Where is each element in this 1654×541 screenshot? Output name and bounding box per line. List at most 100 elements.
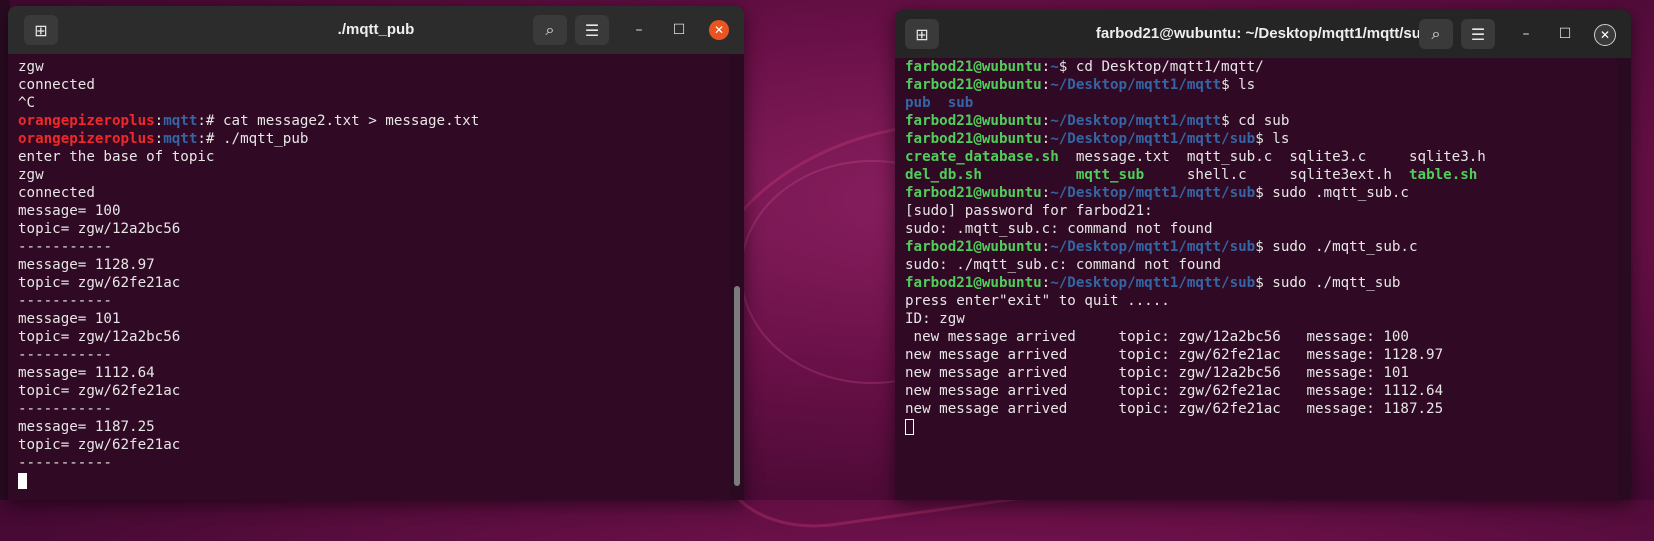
terminal-text-segment: new message arrived topic: zgw/62fe21ac … (905, 383, 1444, 399)
terminal-line: pub sub (905, 94, 1617, 112)
terminal-text-segment: topic= zgw/62fe21ac (18, 383, 181, 399)
terminal-text-segment: $ cd sub (1221, 113, 1290, 129)
terminal-text-segment: : (1041, 185, 1051, 201)
terminal-text-segment: create_database.sh (905, 149, 1059, 165)
terminal-text-segment: zgw (18, 167, 44, 183)
terminal-line: new message arrived topic: zgw/12a2bc56 … (905, 328, 1617, 346)
terminal-text-segment: ~ (1050, 59, 1059, 75)
terminal-cursor (18, 473, 27, 489)
terminal-line: new message arrived topic: zgw/62fe21ac … (905, 382, 1617, 400)
terminal-text-segment: sudo: ./mqtt_sub.c: command not found (905, 257, 1222, 273)
cursor-line (905, 418, 1617, 436)
terminal-line: ----------- (18, 346, 730, 364)
terminal-window-sub[interactable]: ⊞ farbod21@wubuntu: ~/Desktop/mqtt1/mqtt… (895, 10, 1631, 500)
terminal-output[interactable]: zgw connected ^C orangepizeroplus:mqtt:# ca… (8, 58, 730, 500)
terminal-text-segment: ~/Desktop/mqtt1/mqtt/sub (1050, 239, 1256, 255)
terminal-text-segment: ----------- (18, 401, 112, 417)
terminal-text-segment: press enter"exit" to quit ..... (905, 293, 1170, 309)
terminal-text-segment: del_db.sh (905, 167, 982, 183)
terminal-text-segment: mqtt (163, 131, 198, 147)
new-tab-icon[interactable]: ⊞ (905, 19, 939, 49)
terminal-text-segment: farbod21@wubuntu (905, 275, 1042, 291)
terminal-line: ID: zgw (905, 310, 1617, 328)
terminal-text-segment: sudo: .mqtt_sub.c: command not found (905, 221, 1213, 237)
terminal-line: farbod21@wubuntu:~/Desktop/mqtt1/mqtt/su… (905, 184, 1617, 202)
terminal-text-segment: new message arrived topic: zgw/62fe21ac … (905, 347, 1444, 363)
terminal-text-segment: ~/Desktop/mqtt1/mqtt/sub (1050, 275, 1256, 291)
terminal-line: orangepizeroplus:mqtt:# ./mqtt_pub (18, 130, 730, 148)
terminal-line: ^C (18, 94, 730, 112)
terminal-text-segment: shell.c sqlite3ext.h (1144, 167, 1409, 183)
terminal-line: ----------- (18, 400, 730, 418)
new-tab-icon[interactable]: ⊞ (24, 15, 58, 45)
terminal-text-segment: topic= zgw/62fe21ac (18, 275, 181, 291)
terminal-text-segment: mqtt_sub (1075, 167, 1145, 183)
terminal-line: zgw (18, 58, 730, 76)
terminal-text-segment: pub (905, 95, 931, 111)
search-icon[interactable]: ⌕ (1419, 19, 1453, 49)
terminal-text-segment: ID: zgw (905, 311, 965, 327)
terminal-text-segment: zgw (18, 59, 44, 75)
terminal-text-segment: message= 100 (18, 203, 121, 219)
terminal-text-segment: mqtt (163, 113, 198, 129)
terminal-text-segment: orangepizeroplus (18, 113, 155, 129)
terminal-text-segment: $ sudo ./mqtt_sub (1255, 275, 1401, 291)
terminal-text-segment: enter the base of topic (18, 149, 215, 165)
maximize-icon[interactable]: ☐ (669, 20, 689, 40)
terminal-line: new message arrived topic: zgw/62fe21ac … (905, 400, 1617, 418)
terminal-line: message= 101 (18, 310, 730, 328)
terminal-window-pub[interactable]: ⊞ ./mqtt_pub ⌕ ☰ – ☐ ✕ zgw connected ^C ora… (8, 6, 744, 500)
terminal-text-segment: $ cd Desktop/mqtt1/mqtt/ (1058, 59, 1264, 75)
terminal-text-segment: : (154, 131, 164, 147)
scrollbar-track[interactable] (730, 54, 744, 500)
minimize-icon[interactable]: – (1516, 24, 1536, 44)
scrollbar-track[interactable] (1617, 58, 1631, 500)
maximize-icon[interactable]: ☐ (1555, 24, 1575, 44)
terminal-line: ----------- (18, 292, 730, 310)
hamburger-menu-icon[interactable]: ☰ (575, 15, 609, 45)
terminal-line: ----------- (18, 454, 730, 472)
terminal-output[interactable]: farbod21@wubuntu: ~$ cd Desktop/mqtt1/mqt… (895, 58, 1617, 500)
terminal-text-segment: $ ls (1221, 77, 1256, 93)
terminal-text-segment: ----------- (18, 293, 112, 309)
close-icon[interactable]: ✕ (709, 20, 729, 40)
terminal-text-segment: ----------- (18, 239, 112, 255)
terminal-line: message= 100 (18, 202, 730, 220)
terminal-text-segment: farbod21@wubuntu (905, 77, 1042, 93)
terminal-line: message= 1187.25 (18, 418, 730, 436)
terminal-text-segment: farbod21@wubuntu (905, 59, 1042, 75)
terminal-line: message= 1112.64 (18, 364, 730, 382)
terminal-text-segment: : (1041, 239, 1051, 255)
terminal-text-segment: table.sh (1408, 167, 1478, 183)
terminal-text-segment: new message arrived topic: zgw/12a2bc56 … (905, 365, 1409, 381)
terminal-text-segment: : (154, 113, 164, 129)
terminal-text-segment: message= 1128.97 (18, 257, 155, 273)
terminal-text-segment: [sudo] password for farbod21: (905, 203, 1153, 219)
titlebar[interactable]: ⊞ farbod21@wubuntu: ~/Desktop/mqtt1/mqtt… (895, 10, 1631, 58)
terminal-text-segment: topic= zgw/62fe21ac (18, 437, 181, 453)
terminal-text-segment: farbod21@wubuntu (905, 113, 1042, 129)
terminal-line: enter the base of topic (18, 148, 730, 166)
search-icon[interactable]: ⌕ (533, 15, 567, 45)
terminal-text-segment: farbod21@wubuntu (905, 239, 1042, 255)
terminal-line: ----------- (18, 238, 730, 256)
terminal-line: farbod21@wubuntu:~/Desktop/mqtt1/mqtt/su… (905, 274, 1617, 292)
close-icon[interactable]: ✕ (1594, 24, 1616, 46)
scrollbar-thumb[interactable] (734, 286, 740, 486)
terminal-line: farbod21@wubuntu:~/Desktop/mqtt1/mqtt/su… (905, 130, 1617, 148)
cursor-line (18, 472, 730, 490)
terminal-text-segment: connected (18, 77, 95, 93)
terminal-line: connected (18, 184, 730, 202)
terminal-line: farbod21@wubuntu:~$ cd Desktop/mqtt1/mqt… (905, 58, 1617, 76)
terminal-line: orangepizeroplus:mqtt:# cat message2.txt… (18, 112, 730, 130)
terminal-line: zgw (18, 166, 730, 184)
titlebar[interactable]: ⊞ ./mqtt_pub ⌕ ☰ – ☐ ✕ (8, 6, 744, 54)
terminal-text-segment: :# ./mqtt_pub (197, 131, 309, 147)
terminal-text-segment: new message arrived topic: zgw/62fe21ac … (905, 401, 1444, 417)
hamburger-menu-icon[interactable]: ☰ (1461, 19, 1495, 49)
terminal-text-segment: message= 1112.64 (18, 365, 155, 381)
terminal-line: farbod21@wubuntu:~/Desktop/mqtt1/mqtt/su… (905, 238, 1617, 256)
terminal-line: sudo: .mqtt_sub.c: command not found (905, 220, 1617, 238)
terminal-text-segment: ----------- (18, 347, 112, 363)
minimize-icon[interactable]: – (629, 20, 649, 40)
